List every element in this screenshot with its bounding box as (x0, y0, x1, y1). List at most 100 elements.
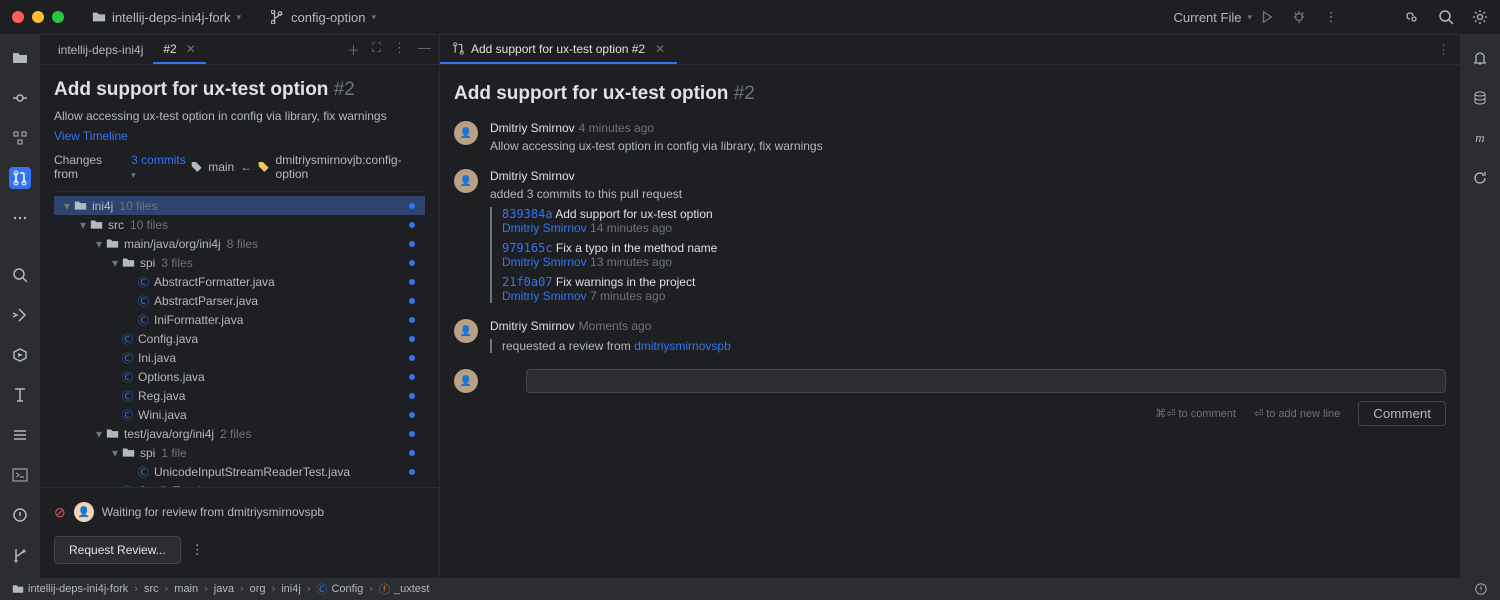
window-controls (12, 11, 64, 23)
database-icon[interactable] (1469, 87, 1491, 109)
hint-comment: ⌘⏎ to comment (1155, 407, 1236, 420)
pull-requests-tool-icon[interactable] (9, 167, 31, 189)
current-user-avatar: 👤 (454, 369, 478, 393)
hint-newline: ⏎ to add new line (1254, 407, 1340, 420)
folder-icon (92, 10, 106, 24)
problems-tool-icon[interactable] (9, 504, 31, 526)
breadcrumb-class[interactable]: Ⓒ Config (316, 581, 363, 597)
more-tools-icon[interactable] (9, 207, 31, 229)
pr-body-title: Add support for ux-test option #2 (454, 83, 1446, 105)
terminal-tool-icon[interactable] (9, 464, 31, 486)
branch-selector[interactable]: config-option ▾ (263, 6, 384, 29)
breadcrumb-item[interactable]: src (144, 583, 159, 595)
editor-area: Add support for ux-test option #2 ✕ ⋮ Ad… (440, 35, 1460, 578)
pr-title: Add support for ux-test option #2 (54, 79, 425, 101)
refresh-icon[interactable] (1469, 167, 1491, 189)
commits-count-link[interactable]: 3 commits ▾ (131, 153, 191, 181)
editor-tabs: Add support for ux-test option #2 ✕ ⋮ (440, 35, 1460, 65)
maximize-window-icon[interactable] (52, 11, 64, 23)
file-tree-row[interactable]: ▾spi1 file (54, 443, 425, 462)
code-with-me-icon[interactable] (1404, 9, 1420, 25)
minimize-icon[interactable]: — (418, 40, 431, 59)
file-tree-row[interactable]: ▾src10 files (54, 215, 425, 234)
changes-row: Changes from 3 commits ▾ main ← dmitriys… (54, 143, 425, 192)
add-icon[interactable]: ＋ (347, 40, 360, 59)
file-tree-row[interactable]: ⒸConfig.java (54, 329, 425, 348)
error-icon: ⊘ (54, 504, 66, 521)
pull-request-panel: intellij-deps-ini4j #2✕ ＋ ⛶ ⋮ — Add supp… (40, 35, 440, 578)
notifications-icon[interactable] (1469, 47, 1491, 69)
vcs-tool-icon[interactable] (9, 544, 31, 566)
more-icon[interactable] (1324, 10, 1338, 24)
structure-tool-icon[interactable] (9, 127, 31, 149)
view-timeline-link[interactable]: View Timeline (54, 129, 425, 143)
user-avatar: 👤 (454, 169, 478, 193)
timeline-item: 👤Dmitriy Smirnovadded 3 commits to this … (454, 169, 1446, 303)
settings-icon[interactable] (1472, 9, 1488, 25)
tag-icon (258, 161, 269, 173)
breadcrumb-item[interactable]: ini4j (281, 583, 301, 595)
file-tree-row[interactable]: ▾ini4j10 files (54, 196, 425, 215)
file-tree-row[interactable]: ⒸAbstractFormatter.java (54, 272, 425, 291)
project-tool-icon[interactable] (9, 47, 31, 69)
request-review-button[interactable]: Request Review... (54, 536, 181, 564)
breadcrumb-item[interactable]: java (214, 583, 234, 595)
reviewer-avatar: 👤 (74, 502, 94, 522)
file-tree-row[interactable]: ⒸIniFormatter.java (54, 310, 425, 329)
more-icon[interactable]: ⋮ (393, 40, 406, 59)
search-icon[interactable] (1438, 9, 1454, 25)
tab-pr-details[interactable]: Add support for ux-test option #2 ✕ (440, 36, 677, 64)
commit-tool-icon[interactable] (9, 87, 31, 109)
user-avatar: 👤 (454, 121, 478, 145)
pr-icon (452, 42, 465, 55)
file-tree-row[interactable]: ⒸOptions.java (54, 367, 425, 386)
close-icon[interactable]: ✕ (655, 42, 665, 56)
more-icon[interactable]: ⋮ (1437, 42, 1450, 57)
waiting-text: Waiting for review from dmitriysmirnovsp… (102, 505, 324, 519)
debug-icon[interactable] (1292, 10, 1306, 24)
timeline-item: 👤Dmitriy SmirnovMoments agorequested a r… (454, 319, 1446, 353)
file-tree-row[interactable]: ⒸIni.java (54, 348, 425, 367)
status-info-icon[interactable] (1474, 582, 1488, 596)
left-toolbar (0, 35, 40, 578)
branch-name: config-option (291, 10, 365, 25)
breadcrumb-item[interactable]: org (250, 583, 266, 595)
file-tree-row[interactable]: ⒸReg.java (54, 386, 425, 405)
file-tree-row[interactable]: ▾main/java/org/ini4j8 files (54, 234, 425, 253)
panel-tabs: intellij-deps-ini4j #2✕ ＋ ⛶ ⋮ — (40, 35, 439, 65)
breadcrumb-field[interactable]: ⓕ _uxtest (379, 581, 429, 597)
file-tree-row[interactable]: ⒸAbstractParser.java (54, 291, 425, 310)
run-icon[interactable] (1260, 10, 1274, 24)
file-tree-row[interactable]: ⒸConfigTest.java (54, 481, 425, 487)
more-icon[interactable]: ⋮ (191, 542, 204, 558)
project-name: intellij-deps-ini4j-fork (112, 10, 231, 25)
maven-icon[interactable]: m (1469, 127, 1491, 149)
comment-input[interactable] (526, 369, 1446, 393)
breadcrumb-root[interactable]: intellij-deps-ini4j-fork (12, 583, 128, 595)
breadcrumb-item[interactable]: main (174, 583, 198, 595)
close-window-icon[interactable] (12, 11, 24, 23)
chevron-down-icon: ▾ (1247, 12, 1252, 23)
minimize-window-icon[interactable] (32, 11, 44, 23)
run-tool-icon[interactable] (9, 304, 31, 326)
run-config-selector[interactable]: Current File ▾ (1166, 6, 1260, 29)
file-tree-row[interactable]: ▾test/java/org/ini4j2 files (54, 424, 425, 443)
close-icon[interactable]: ✕ (186, 42, 196, 56)
changed-files-tree: ▾ini4j10 files▾src10 files▾main/java/org… (54, 192, 425, 487)
project-selector[interactable]: intellij-deps-ini4j-fork ▾ (84, 6, 249, 29)
comment-button[interactable]: Comment (1358, 401, 1446, 426)
review-footer: ⊘ 👤 Waiting for review from dmitriysmirn… (40, 487, 439, 578)
build-tool-icon[interactable] (9, 384, 31, 406)
run-config-label: Current File (1174, 10, 1242, 25)
find-tool-icon[interactable] (9, 264, 31, 286)
expand-icon[interactable]: ⛶ (372, 40, 381, 59)
branch-comparison: main ← dmitriysmirnovjb:config-option (191, 153, 425, 181)
file-tree-row[interactable]: ⒸWini.java (54, 405, 425, 424)
file-tree-row[interactable]: ▾spi3 files (54, 253, 425, 272)
tab-pr[interactable]: #2✕ (153, 36, 205, 64)
tab-project[interactable]: intellij-deps-ini4j (48, 37, 153, 63)
main-area: intellij-deps-ini4j #2✕ ＋ ⛶ ⋮ — Add supp… (0, 35, 1500, 578)
todo-tool-icon[interactable] (9, 424, 31, 446)
services-tool-icon[interactable] (9, 344, 31, 366)
file-tree-row[interactable]: ⒸUnicodeInputStreamReaderTest.java (54, 462, 425, 481)
